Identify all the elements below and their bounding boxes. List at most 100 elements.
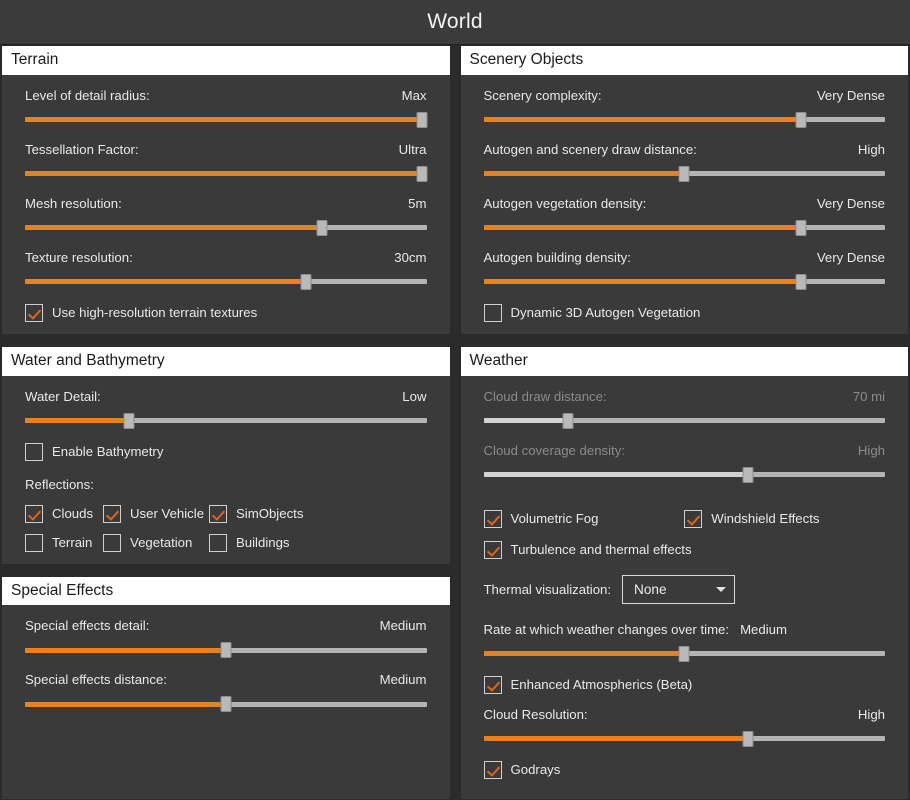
- panel-header-terrain: Terrain: [2, 46, 450, 75]
- checkbox-icon[interactable]: [103, 533, 121, 552]
- checkbox-icon[interactable]: [483, 303, 502, 322]
- setting-special-effects-detail: Special effects detail: Medium: [25, 618, 427, 659]
- checkbox-reflections-clouds[interactable]: Clouds: [25, 504, 103, 523]
- checkbox-reflections-buildings[interactable]: Buildings: [209, 533, 427, 552]
- checkbox-windshield-effects[interactable]: Windshield Effects: [684, 509, 885, 528]
- checkbox-reflections-user-vehicle[interactable]: User Vehicle: [103, 504, 209, 523]
- checkbox-icon[interactable]: [103, 504, 121, 523]
- checkbox-icon[interactable]: [483, 540, 502, 559]
- dropdown-thermal-visualization[interactable]: None: [622, 574, 736, 604]
- checkbox-reflections-terrain[interactable]: Terrain: [25, 533, 103, 552]
- checkbox-icon[interactable]: [25, 303, 43, 322]
- slider-cloud-resolution[interactable]: [483, 730, 885, 747]
- slider-water-detail[interactable]: [25, 412, 427, 429]
- slider-value: High: [857, 141, 885, 157]
- slider-thumb[interactable]: [416, 165, 428, 182]
- slider-value: Medium: [740, 621, 787, 637]
- slider-level-of-detail-radius[interactable]: [25, 111, 428, 128]
- checkbox-icon[interactable]: [483, 760, 502, 779]
- slider-label: Cloud coverage density:: [483, 442, 625, 458]
- slider-label: Special effects detail:: [25, 618, 150, 634]
- checkbox-label: Terrain: [52, 535, 93, 551]
- setting-autogen-vegetation-density: Autogen vegetation density: Very Dense: [483, 195, 885, 236]
- slider-label: Level of detail radius:: [25, 87, 150, 103]
- slider-autogen-and-scenery-draw-distance[interactable]: [483, 165, 885, 182]
- slider-special-effects-distance[interactable]: [25, 696, 427, 713]
- setting-special-effects-distance: Special effects distance: Medium: [25, 672, 427, 713]
- slider-label: Mesh resolution:: [25, 195, 122, 211]
- slider-thumb[interactable]: [678, 645, 690, 662]
- checkbox-godrays[interactable]: Godrays: [483, 760, 886, 779]
- slider-thumb[interactable]: [416, 111, 428, 128]
- panel-header-special-effects: Special Effects: [2, 576, 450, 606]
- checkbox-icon[interactable]: [25, 504, 43, 523]
- setting-mesh-resolution: Mesh resolution: 5m: [25, 196, 427, 236]
- panel-header-weather: Weather: [460, 346, 908, 376]
- page-title: World: [427, 10, 483, 33]
- slider-thumb[interactable]: [220, 696, 232, 713]
- slider-thumb[interactable]: [316, 219, 328, 236]
- slider-fill: [483, 117, 801, 123]
- setting-water-detail: Water Detail: Low: [25, 389, 427, 429]
- checkbox-icon[interactable]: [684, 509, 703, 528]
- slider-thumb[interactable]: [795, 273, 807, 290]
- slider-weather-change-rate[interactable]: [483, 645, 885, 662]
- checkbox-reflections-vegetation[interactable]: Vegetation: [103, 533, 209, 552]
- checkbox-reflections-simobjects[interactable]: SimObjects: [209, 504, 427, 523]
- slider-value: Low: [402, 388, 427, 404]
- checkbox-label: Enhanced Atmospherics (Beta): [510, 677, 693, 693]
- slider-thumb[interactable]: [220, 642, 232, 659]
- checkbox-use-high-resolution-terrain-textures[interactable]: Use high-resolution terrain textures: [25, 303, 427, 322]
- setting-scenery-complexity: Scenery complexity: Very Dense: [483, 88, 885, 128]
- slider-mesh-resolution[interactable]: [25, 219, 427, 236]
- checkbox-volumetric-fog[interactable]: Volumetric Fog: [483, 509, 685, 528]
- slider-value: 30cm: [394, 249, 427, 265]
- reflections-checkbox-grid: Clouds User Vehicle SimObjects Terrain V…: [25, 494, 427, 552]
- checkbox-icon[interactable]: [209, 504, 227, 523]
- panel-body-special-effects: Special effects detail: Medium Special e…: [2, 605, 450, 799]
- checkbox-label: Windshield Effects: [711, 511, 820, 527]
- slider-thumb: [742, 466, 754, 483]
- checkbox-enable-bathymetry[interactable]: Enable Bathymetry: [25, 442, 427, 461]
- slider-autogen-building-density[interactable]: [483, 273, 885, 290]
- slider-tessellation-factor[interactable]: [25, 165, 428, 182]
- slider-thumb[interactable]: [795, 219, 807, 236]
- slider-fill: [25, 701, 226, 707]
- checkbox-label: Vegetation: [130, 535, 193, 551]
- checkbox-label: Godrays: [510, 762, 561, 778]
- panel-scenery-objects: Scenery Objects Scenery complexity: Very…: [459, 45, 909, 335]
- checkbox-icon[interactable]: [483, 509, 502, 528]
- slider-cloud-coverage-density: [483, 466, 885, 483]
- slider-autogen-vegetation-density[interactable]: [483, 219, 885, 236]
- panel-body-weather: Cloud draw distance: 70 mi Cloud coverag…: [461, 376, 909, 799]
- checkbox-dynamic-3d-autogen-vegetation[interactable]: Dynamic 3D Autogen Vegetation: [483, 303, 886, 322]
- checkbox-label: User Vehicle: [130, 506, 205, 522]
- checkbox-turbulence-and-thermal-effects[interactable]: Turbulence and thermal effects: [483, 540, 886, 559]
- slider-special-effects-detail[interactable]: [25, 642, 427, 659]
- slider-thumb[interactable]: [300, 273, 312, 290]
- slider-thumb[interactable]: [742, 730, 754, 747]
- checkbox-icon[interactable]: [25, 533, 43, 552]
- panel-body-terrain: Level of detail radius: Max Tessellation…: [2, 75, 450, 334]
- setting-level-of-detail-radius: Level of detail radius: Max: [25, 87, 428, 128]
- checkbox-label: Dynamic 3D Autogen Vegetation: [510, 305, 701, 321]
- checkbox-enhanced-atmospherics[interactable]: Enhanced Atmospherics (Beta): [483, 675, 886, 694]
- slider-texture-resolution[interactable]: [25, 273, 427, 290]
- checkbox-icon[interactable]: [209, 533, 227, 552]
- slider-label: Rate at which weather changes over time:: [483, 621, 730, 637]
- checkbox-label: SimObjects: [236, 506, 304, 522]
- checkbox-icon[interactable]: [25, 442, 43, 461]
- slider-value: Very Dense: [816, 195, 885, 211]
- checkbox-label: Clouds: [52, 506, 94, 522]
- checkbox-label: Use high-resolution terrain textures: [52, 305, 258, 321]
- slider-fill: [25, 225, 323, 231]
- slider-thumb[interactable]: [678, 165, 690, 182]
- slider-scenery-complexity[interactable]: [483, 111, 885, 128]
- setting-weather-change-rate: Rate at which weather changes over time:…: [483, 621, 885, 662]
- panel-body-water: Water Detail: Low Enable Bathymetry Refl…: [2, 376, 450, 564]
- reflections-label: Reflections:: [25, 476, 94, 492]
- checkbox-icon[interactable]: [483, 675, 502, 694]
- slider-fill: [25, 418, 130, 424]
- slider-thumb[interactable]: [795, 111, 807, 128]
- slider-thumb[interactable]: [123, 412, 135, 429]
